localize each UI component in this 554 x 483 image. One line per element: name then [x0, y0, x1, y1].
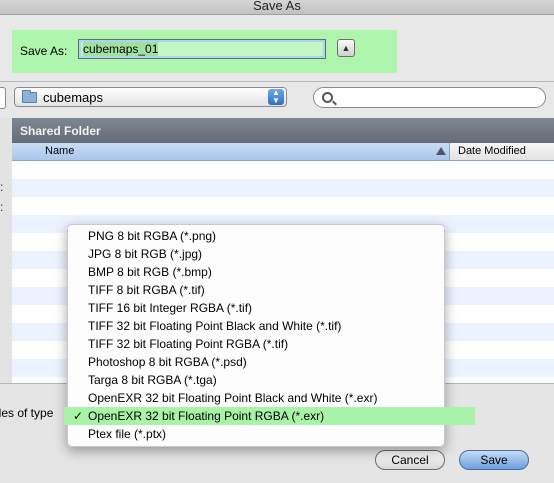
section-header: Shared Folder	[12, 118, 554, 143]
menu-item-bmp[interactable]: BMP 8 bit RGB (*.bmp)	[68, 263, 444, 281]
save-button[interactable]: Save	[459, 450, 529, 470]
title-bar: Save As	[0, 0, 554, 15]
menu-item-exr-bw[interactable]: OpenEXR 32 bit Floating Point Black and …	[68, 389, 444, 407]
format-dropdown-menu: PNG 8 bit RGBA (*.png) JPG 8 bit RGB (*.…	[64, 224, 475, 447]
up-down-arrows-icon: ▲ ▼	[268, 89, 284, 105]
menu-item-label: TIFF 16 bit Integer RGBA (*.tif)	[88, 301, 253, 315]
menu-item-jpg[interactable]: JPG 8 bit RGB (*.jpg)	[68, 245, 444, 263]
divider	[0, 81, 554, 82]
menu-item-ptex[interactable]: Ptex file (*.ptx)	[68, 425, 444, 443]
list-row-stripe	[12, 179, 554, 197]
filename-value: cubemaps_01	[83, 42, 159, 56]
save-as-row: Save As: cubemaps_01 ▲	[12, 30, 397, 73]
sidebar-fragment: :	[0, 200, 4, 214]
column-header-row: Name Date Modified	[12, 143, 554, 161]
save-as-label: Save As:	[20, 44, 68, 58]
menu-item-tiff-8[interactable]: TIFF 8 bit RGBA (*.tif)	[68, 281, 444, 299]
sort-ascending-icon	[436, 147, 446, 155]
menu-item-exr-rgba[interactable]: ✓ OpenEXR 32 bit Floating Point RGBA (*.…	[64, 407, 475, 425]
menu-item-psd[interactable]: Photoshop 8 bit RGBA (*.psd)	[68, 353, 444, 371]
format-label: iles of type	[0, 406, 54, 420]
menu-item-tga[interactable]: Targa 8 bit RGBA (*.tga)	[68, 371, 444, 389]
menu-item-label: TIFF 32 bit Floating Point Black and Whi…	[88, 319, 342, 333]
expand-dialog-button[interactable]: ▲	[337, 39, 355, 57]
column-header-date[interactable]: Date Modified	[458, 145, 526, 157]
folder-icon	[22, 90, 37, 103]
search-input[interactable]	[313, 87, 546, 108]
filename-input[interactable]: cubemaps_01	[78, 39, 326, 59]
menu-item-png[interactable]: PNG 8 bit RGBA (*.png)	[68, 227, 444, 245]
menu-item-label: TIFF 32 bit Floating Point RGBA (*.tif)	[88, 337, 289, 351]
menu-item-label: Ptex file (*.ptx)	[88, 427, 167, 441]
menu-item-label: JPG 8 bit RGB (*.jpg)	[88, 247, 203, 261]
folder-popup[interactable]: cubemaps ▲ ▼	[14, 87, 287, 107]
menu-item-tiff-32-bw[interactable]: TIFF 32 bit Floating Point Black and Whi…	[68, 317, 444, 335]
menu-item-tiff-16[interactable]: TIFF 16 bit Integer RGBA (*.tif)	[68, 299, 444, 317]
menu-item-label: Photoshop 8 bit RGBA (*.psd)	[88, 355, 247, 369]
cancel-button[interactable]: Cancel	[375, 450, 445, 470]
triangle-up-icon: ▲	[341, 43, 351, 53]
column-header-name[interactable]: Name	[45, 145, 74, 157]
back-button[interactable]	[0, 87, 6, 109]
menu-item-label: PNG 8 bit RGBA (*.png)	[88, 229, 217, 243]
menu-item-label: Targa 8 bit RGBA (*.tga)	[88, 373, 217, 387]
menu-item-label: OpenEXR 32 bit Floating Point Black and …	[88, 391, 378, 405]
menu-item-label: BMP 8 bit RGB (*.bmp)	[88, 265, 212, 279]
checkmark-icon: ✓	[73, 409, 84, 423]
folder-name: cubemaps	[43, 90, 103, 105]
window-title: Save As	[253, 0, 301, 13]
menu-item-label: OpenEXR 32 bit Floating Point RGBA (*.ex…	[88, 409, 325, 423]
menu-item-label: TIFF 8 bit RGBA (*.tif)	[88, 283, 205, 297]
sidebar-fragment: :	[0, 180, 4, 194]
menu-item-tiff-32-rgba[interactable]: TIFF 32 bit Floating Point RGBA (*.tif)	[68, 335, 444, 353]
search-icon	[322, 92, 333, 103]
